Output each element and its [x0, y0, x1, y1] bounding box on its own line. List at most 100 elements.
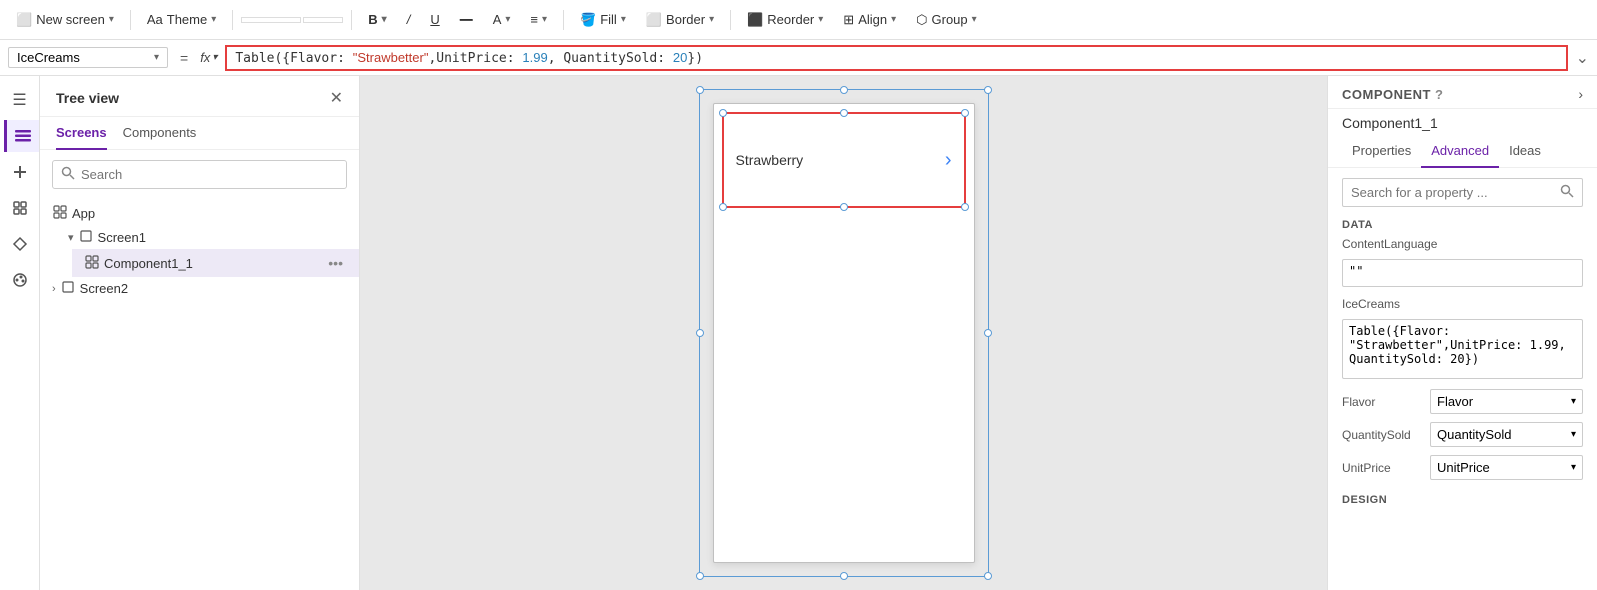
font-color-button[interactable]: A ▾	[485, 8, 519, 31]
content-language-value[interactable]: ""	[1342, 259, 1583, 287]
quantity-sold-value: QuantitySold	[1437, 427, 1511, 442]
formula-input[interactable]: Table({Flavor: "Strawbetter",UnitPrice: …	[225, 45, 1567, 71]
border-icon: ⬜	[646, 12, 662, 28]
right-panel-title: Component1_1	[1328, 109, 1597, 135]
section-label-text: COMPONENT	[1342, 87, 1431, 102]
flavor-chevron: ▾	[1571, 396, 1576, 407]
tab-properties[interactable]: Properties	[1342, 135, 1421, 168]
component-content: Strawberry ›	[724, 114, 964, 206]
handle-tc[interactable]	[840, 86, 848, 94]
search-property-input[interactable]	[1351, 185, 1554, 200]
right-panel-header: COMPONENT ? ›	[1328, 76, 1597, 109]
search-property-icon	[1560, 184, 1574, 201]
plus-icon-button[interactable]	[4, 156, 36, 188]
tab-screens[interactable]: Screens	[56, 117, 107, 150]
align2-icon: ⊞	[843, 12, 854, 28]
theme-button[interactable]: Aa Theme ▾	[139, 8, 224, 31]
align-icon: ≡	[530, 12, 538, 27]
inner-handle-tr[interactable]	[961, 109, 969, 117]
handle-tl[interactable]	[696, 86, 704, 94]
tree-item-app[interactable]: App	[40, 201, 359, 226]
inner-handle-tc[interactable]	[840, 109, 848, 117]
align-button[interactable]: ≡ ▾	[522, 8, 555, 31]
tab-ideas[interactable]: Ideas	[1499, 135, 1551, 168]
formula-expand-button[interactable]: ⌄	[1576, 48, 1589, 68]
sep4	[563, 10, 564, 30]
content-language-label: ContentLanguage	[1342, 237, 1437, 251]
right-panel-body: DATA ContentLanguage "" IceCreams Table(…	[1328, 168, 1597, 590]
border-button[interactable]: ⬜ Border ▾	[638, 8, 722, 32]
component1-1-more-button[interactable]: •••	[324, 253, 347, 273]
handle-bc[interactable]	[840, 572, 848, 580]
flavor-dropdown[interactable]: Flavor ▾	[1430, 389, 1583, 414]
formula-mid: ,UnitPrice:	[428, 51, 522, 66]
tree-item-component1-1[interactable]: Component1_1 •••	[72, 249, 359, 277]
tab-components[interactable]: Components	[123, 117, 197, 150]
inner-handle-br[interactable]	[961, 203, 969, 211]
handle-bl[interactable]	[696, 572, 704, 580]
app-icon	[52, 205, 68, 222]
tree-component1-1-label: Component1_1	[104, 256, 320, 271]
tree-close-button[interactable]: ✕	[330, 88, 343, 108]
right-panel-tabs: Properties Advanced Ideas	[1328, 135, 1597, 168]
inner-handle-bl[interactable]	[719, 203, 727, 211]
fx-label: fx	[200, 50, 210, 65]
paint-icon	[12, 272, 28, 288]
layers-icon-button[interactable]	[4, 120, 39, 152]
data-icon-button[interactable]	[4, 192, 36, 224]
sep2	[232, 10, 233, 30]
formula-selector[interactable]: IceCreams ▾	[8, 47, 168, 68]
quantity-sold-dropdown[interactable]: QuantitySold ▾	[1430, 422, 1583, 447]
handle-ml[interactable]	[696, 329, 704, 337]
group-icon: ⬡	[916, 12, 927, 28]
sep3	[351, 10, 352, 30]
group-button[interactable]: ⬡ Group ▾	[908, 8, 985, 32]
component-selected[interactable]: Strawberry ›	[722, 112, 966, 208]
formula-equals: =	[180, 50, 188, 66]
fill-button[interactable]: 🪣 Fill ▾	[572, 8, 634, 32]
right-panel-expand-button[interactable]: ›	[1578, 86, 1583, 102]
component-arrow: ›	[945, 149, 952, 172]
help-icon[interactable]: ?	[1435, 87, 1443, 102]
toolbar: ⬜ New screen ▾ Aa Theme ▾ B ▾ / U — A ▾ …	[0, 0, 1597, 40]
tree-panel: Tree view ✕ Screens Components App ▾	[40, 76, 360, 590]
component1-1-icon	[84, 255, 100, 272]
formula-fx-button[interactable]: fx ▾	[200, 50, 217, 65]
tab-advanced[interactable]: Advanced	[1421, 135, 1499, 168]
handle-mr[interactable]	[984, 329, 992, 337]
group-label: Group	[932, 12, 968, 27]
ice-creams-value[interactable]: Table({Flavor: "Strawbetter",UnitPrice: …	[1342, 319, 1583, 379]
underline-button[interactable]: U	[422, 8, 447, 31]
handle-br[interactable]	[984, 572, 992, 580]
unit-price-dropdown[interactable]: UnitPrice ▾	[1430, 455, 1583, 480]
unit-price-label: UnitPrice	[1342, 461, 1422, 475]
align2-button[interactable]: ⊞ Align ▾	[835, 8, 904, 32]
menu-icon-button[interactable]: ☰	[4, 84, 36, 116]
design-section-label: DESIGN	[1342, 494, 1583, 506]
new-screen-button[interactable]: ⬜ New screen ▾	[8, 8, 122, 32]
quantity-sold-row: QuantitySold QuantitySold ▾	[1342, 422, 1583, 447]
reorder-button[interactable]: ⬛ Reorder ▾	[739, 8, 831, 32]
flavor-label: Flavor	[1342, 395, 1422, 409]
search-property	[1342, 178, 1583, 207]
bold-button[interactable]: B ▾	[360, 8, 394, 31]
paint-icon-button[interactable]	[4, 264, 36, 296]
reorder-label: Reorder	[767, 12, 814, 27]
italic-button[interactable]: /	[399, 8, 419, 31]
components-icon-button[interactable]	[4, 228, 36, 260]
ice-creams-row: IceCreams	[1342, 297, 1583, 311]
canvas-area[interactable]: Strawberry ›	[360, 76, 1327, 590]
inner-handle-bc[interactable]	[840, 203, 848, 211]
strikethrough-button[interactable]: —	[452, 8, 481, 31]
flavor-row: Flavor Flavor ▾	[1342, 389, 1583, 414]
inner-handle-tl[interactable]	[719, 109, 727, 117]
tree-app-label: App	[72, 206, 347, 221]
tree-item-screen2[interactable]: › Screen2	[40, 277, 359, 300]
tree-header: Tree view ✕	[40, 76, 359, 117]
border-label: Border	[666, 12, 705, 27]
handle-tr[interactable]	[984, 86, 992, 94]
plus-icon	[12, 164, 28, 180]
tree-item-screen1[interactable]: ▾ Screen1	[56, 226, 359, 249]
theme-chevron: ▾	[211, 14, 216, 25]
search-input[interactable]	[81, 167, 338, 182]
